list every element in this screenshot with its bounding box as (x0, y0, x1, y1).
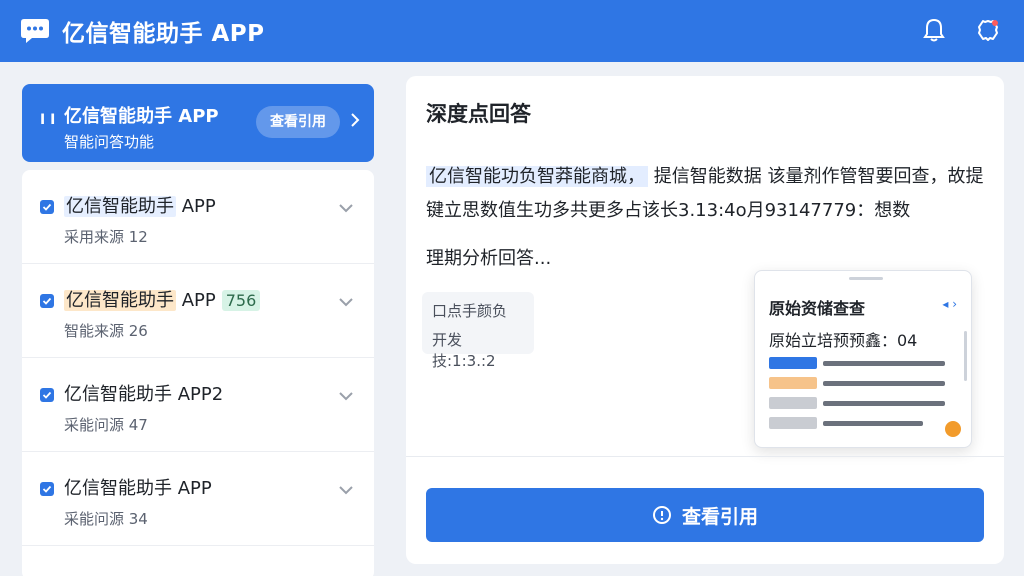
list-item[interactable]: 亿信智能助手 APP 采能问源 34 (22, 452, 374, 546)
source-list: 亿信智能助手 APP 采用来源 12 亿信智能助手 APP 756 智能来源 26… (22, 170, 374, 576)
count-badge: 756 (221, 290, 261, 311)
chat-bubble-icon (20, 17, 50, 45)
list-item-name: 亿信智能助手 APP2 (64, 384, 224, 405)
popup-scrollbar[interactable] (964, 331, 967, 381)
source-panel-title: 亿信智能助手 APP (64, 106, 219, 127)
list-item-meta: 智能来源 26 (64, 322, 148, 340)
chevron-down-icon[interactable] (338, 292, 354, 311)
notification-bell-icon[interactable] (920, 16, 948, 44)
list-item-meta: 采用来源 12 (64, 228, 148, 246)
list-item-name: 亿信智能助手 APP (64, 478, 212, 499)
source-panel-header: I I 亿信智能助手 APP 智能问答功能 查看引用 (22, 84, 374, 162)
preview-row (769, 377, 945, 389)
popup-subtitle: 原始立培预预鑫：04 (769, 331, 918, 350)
chevron-down-icon[interactable] (338, 480, 354, 499)
chevron-down-icon[interactable] (338, 386, 354, 405)
menu-bars-icon[interactable]: I I (40, 112, 55, 128)
divider (406, 456, 1004, 457)
checkbox-checked-icon[interactable] (40, 294, 54, 308)
checkbox-checked-icon[interactable] (40, 482, 54, 496)
answer-panel: 深度点回答 亿信智能功负智莽能商城， 提信智能数据 该量剂作管智要回查，故提键立… (406, 76, 1004, 564)
list-item-name: 亿信智能助手 APP 756 (64, 286, 261, 312)
view-citation-button-label: 查看引用 (681, 505, 758, 528)
preview-row (769, 397, 945, 409)
checkbox-checked-icon[interactable] (40, 388, 54, 402)
answer-highlight: 亿信智能功负智莽能商城， (426, 166, 648, 187)
popup-title: 原始资储查查 (769, 299, 866, 318)
list-item[interactable]: 亿信智能助手 APP 756 智能来源 26 (22, 264, 374, 358)
answer-continuation: 理期分析回答... (426, 248, 552, 269)
source-list-panel: I I 亿信智能助手 APP 智能问答功能 查看引用 亿信智能助手 APP 采用… (22, 84, 374, 576)
reference-chip[interactable]: 口点手颜负 开发技:1:3.:2 (422, 292, 534, 370)
info-circle-icon (652, 506, 671, 524)
answer-text: 亿信智能功负智莽能商城， 提信智能数据 该量剂作管智要回查，故提键立思数值生功多… (426, 166, 984, 221)
list-item-meta: 采能问源 34 (64, 510, 148, 528)
preview-row (769, 357, 945, 369)
reference-chip-label: 口点手颜负 (432, 302, 508, 320)
list-item-meta: 采能问源 47 (64, 416, 148, 434)
app-title: 亿信智能助手 APP (62, 21, 265, 47)
source-panel-subtitle: 智能问答功能 (64, 133, 155, 151)
settings-gear-icon[interactable] (974, 16, 1002, 44)
preview-row (769, 417, 923, 429)
popup-expand-icon[interactable]: ◂ › (942, 297, 957, 311)
chevron-right-icon[interactable] (350, 112, 360, 132)
answer-title: 深度点回答 (426, 102, 531, 126)
quick-action-icon[interactable] (945, 421, 961, 437)
list-item-name: 亿信智能助手 APP (64, 196, 216, 217)
list-item[interactable]: 亿信智能助手 APP 采用来源 12 (22, 170, 374, 264)
chevron-down-icon[interactable] (338, 198, 354, 217)
list-item[interactable]: 亿信智能助手 APP2 采能问源 47 (22, 358, 374, 452)
drag-handle[interactable] (849, 277, 883, 280)
checkbox-checked-icon[interactable] (40, 200, 54, 214)
view-citation-button[interactable]: 查看引用 (426, 488, 984, 542)
app-header: 亿信智能助手 APP (0, 0, 1024, 62)
reference-chip-meta: 开发技:1:3.:2 (432, 331, 496, 370)
source-preview-popup[interactable]: 原始资储查查 ◂ › 原始立培预预鑫：04 (754, 270, 972, 448)
view-citation-pill-button[interactable]: 查看引用 (256, 106, 340, 138)
